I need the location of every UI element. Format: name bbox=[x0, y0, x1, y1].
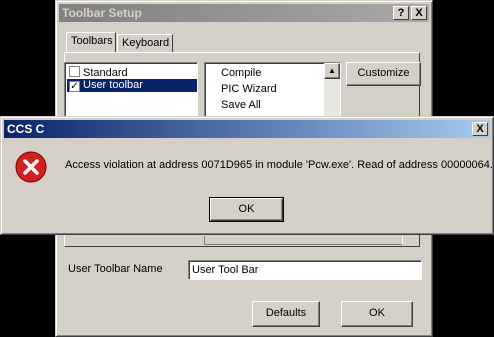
list-item[interactable]: Standard bbox=[67, 66, 197, 79]
toolbar-setup-title: Toolbar Setup bbox=[62, 6, 142, 20]
ok-button[interactable]: OK bbox=[341, 301, 413, 327]
list-item[interactable]: PIC Wizard bbox=[221, 81, 277, 97]
help-button[interactable]: ? bbox=[393, 6, 409, 20]
list-item[interactable]: Save All bbox=[221, 97, 277, 113]
defaults-button[interactable]: Defaults bbox=[252, 301, 320, 327]
tab-toolbars[interactable]: Toolbars bbox=[66, 32, 116, 52]
toolbars-list[interactable]: Standard ✓ User toolbar bbox=[64, 62, 198, 122]
list-item[interactable]: Compile bbox=[221, 65, 277, 81]
toolbar-name-value: User Tool Bar bbox=[192, 264, 259, 276]
toolbar-name-label: User Toolbar Name bbox=[68, 263, 163, 275]
toolbar-name-field[interactable]: User Tool Bar bbox=[188, 260, 422, 280]
customize-button[interactable]: Customize bbox=[346, 62, 421, 86]
error-dialog-titlebar[interactable]: CCS C X bbox=[4, 120, 490, 138]
tab-strip: Toolbars Keyboard bbox=[66, 32, 266, 54]
tab-keyboard[interactable]: Keyboard bbox=[117, 34, 173, 52]
list-item[interactable]: ✓ User toolbar bbox=[67, 79, 197, 92]
commands-items: Compile PIC Wizard Save All N... bbox=[221, 65, 277, 121]
error-ok-button[interactable]: OK bbox=[209, 197, 284, 222]
error-dialog-title: CCS C bbox=[7, 122, 45, 136]
user-toolbar-checkbox[interactable]: ✓ bbox=[69, 81, 80, 92]
toolbar-label-user: User toolbar bbox=[83, 79, 143, 91]
close-icon[interactable]: X bbox=[411, 6, 427, 20]
scroll-up-icon[interactable]: ▲ bbox=[324, 63, 340, 79]
close-icon[interactable]: X bbox=[472, 122, 488, 136]
lower-panel-area bbox=[204, 236, 403, 245]
commands-list[interactable]: Compile PIC Wizard Save All N... ▲ bbox=[204, 62, 341, 122]
commands-scrollbar[interactable]: ▲ bbox=[324, 63, 340, 121]
error-message: Access violation at address 0071D965 in … bbox=[65, 159, 493, 171]
error-icon bbox=[15, 151, 47, 183]
toolbar-label-standard: Standard bbox=[83, 67, 128, 79]
toolbar-setup-titlebar[interactable]: Toolbar Setup ? X bbox=[59, 4, 429, 22]
standard-checkbox[interactable] bbox=[69, 66, 80, 77]
error-dialog: CCS C X Access violation at address 0071… bbox=[0, 116, 494, 235]
